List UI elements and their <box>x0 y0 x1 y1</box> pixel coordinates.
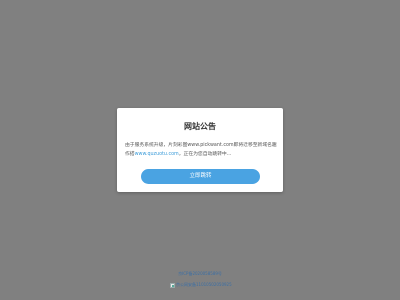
dialog-title: 网站公告 <box>184 122 216 131</box>
message-suffix: ，正在为您自动跳转中... <box>178 152 232 157</box>
page: { "modal": { "title": "网站公告", "body_pref… <box>0 0 400 300</box>
police-badge-icon <box>170 282 175 288</box>
jump-now-button[interactable]: 立即跳转 <box>141 169 260 184</box>
new-domain-link[interactable]: www.quzuotu.com <box>135 152 179 157</box>
police-record-link[interactable]: 京公网安备11010502050925 <box>170 282 232 288</box>
police-record-text: 京公网安备11010502050925 <box>176 282 232 287</box>
dialog-message: 由于服务系统升级，片刻彩图www.pickwant.com即将迁移至新域名趣作搭… <box>125 141 278 159</box>
announcement-dialog: 网站公告 由于服务系统升级，片刻彩图www.pickwant.com即将迁移至新… <box>117 108 283 192</box>
icp-record-link[interactable]: 京ICP备2020058589号 <box>0 271 400 277</box>
